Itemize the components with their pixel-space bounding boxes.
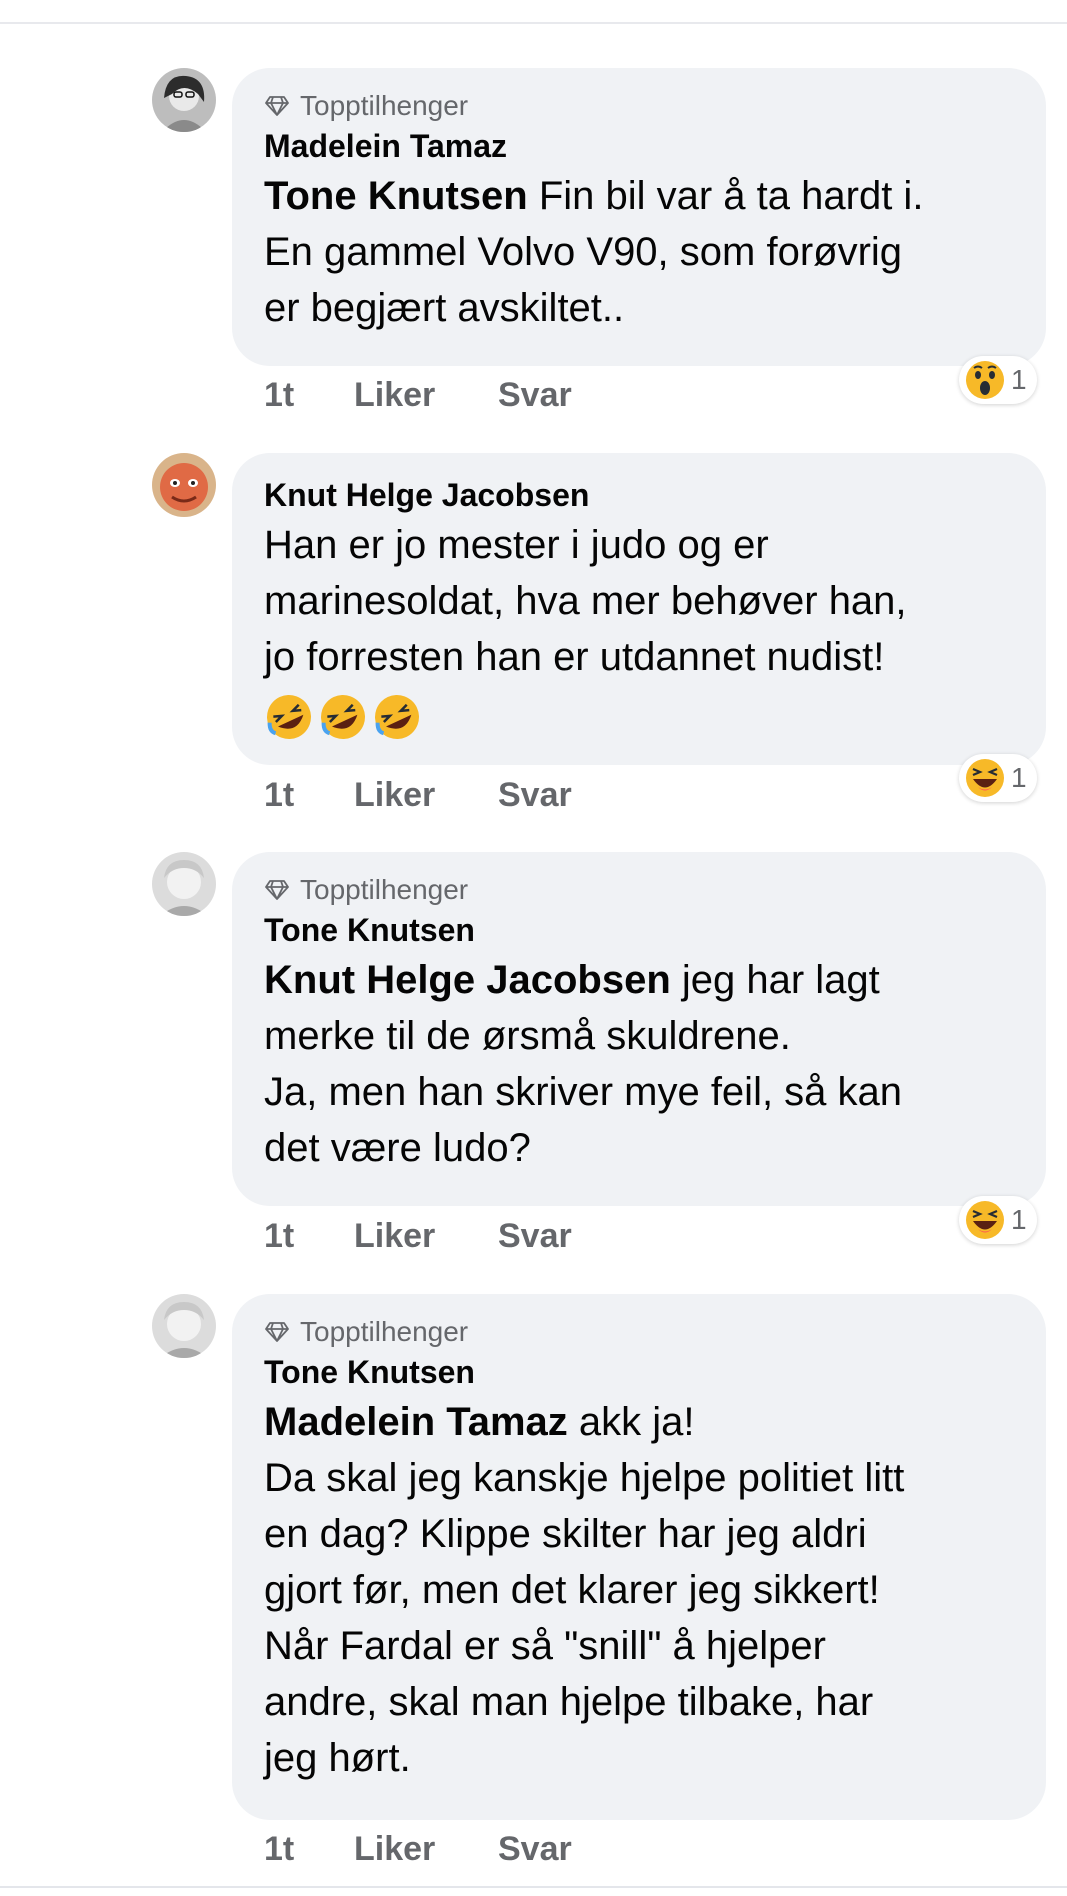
comment-line: Når Fardal er så "snill" å hjelper (264, 1624, 826, 1668)
comment-line: jo forresten han er utdannet nudist! (264, 635, 885, 679)
top-fan-badge: Topptilhenger (264, 88, 1016, 124)
mention-link[interactable]: Knut Helge Jacobsen (264, 958, 671, 1002)
emoji-row (264, 689, 1016, 745)
timestamp[interactable]: 1t (264, 776, 354, 815)
top-fan-badge: Topptilhenger (264, 872, 1016, 908)
avatar[interactable] (152, 453, 216, 517)
avatar[interactable] (152, 68, 216, 132)
badge-label: Topptilhenger (300, 1316, 469, 1347)
avatar-photo-icon (152, 68, 216, 132)
badge-label: Topptilhenger (300, 90, 469, 121)
avatar[interactable] (152, 1294, 216, 1358)
top-fan-badge: Topptilhenger (264, 1314, 1016, 1350)
comment-text: Tone Knutsen Fin bil var å ta hardt i. E… (264, 168, 1016, 336)
comment-line: Madelein Tamaz akk ja! (264, 1400, 695, 1444)
comment-line: gjort før, men det klarer jeg sikkert! (264, 1568, 880, 1612)
like-button[interactable]: Liker (354, 376, 498, 415)
diamond-icon (265, 96, 289, 116)
comment-author[interactable]: Madelein Tamaz (264, 126, 1016, 166)
timestamp[interactable]: 1t (264, 1830, 354, 1869)
reaction-count: 1 (1011, 364, 1027, 395)
comment-line: Tone Knutsen Fin bil var å ta hardt i. (264, 174, 924, 218)
wow-emoji-icon (966, 361, 1004, 399)
comment-bubble: Knut Helge Jacobsen Han er jo mester i j… (232, 453, 1046, 765)
top-divider (0, 22, 1067, 24)
comment-actions: 1t Liker Svar (264, 376, 572, 415)
mention-link[interactable]: Madelein Tamaz (264, 1400, 568, 1444)
diamond-icon (265, 1322, 289, 1342)
comment-text: Han er jo mester i judo og er marinesold… (264, 517, 1016, 745)
timestamp[interactable]: 1t (264, 376, 354, 415)
avatar-photo-icon (152, 1294, 216, 1358)
bottom-divider (0, 1886, 1067, 1888)
comment-line: En gammel Volvo V90, som forøvrig (264, 230, 903, 274)
rolling-laughing-emoji-icon (375, 695, 419, 739)
badge-label: Topptilhenger (300, 874, 469, 905)
comment-bubble: Topptilhenger Tone Knutsen Madelein Tama… (232, 1294, 1046, 1820)
rolling-laughing-emoji-icon (267, 695, 311, 739)
comment-line: Knut Helge Jacobsen jeg har lagt (264, 958, 880, 1002)
avatar-photo-icon (152, 852, 216, 916)
diamond-icon (265, 880, 289, 900)
reply-button[interactable]: Svar (498, 776, 572, 815)
rolling-laughing-emoji-icon (321, 695, 365, 739)
reaction-count: 1 (1011, 762, 1027, 793)
reaction-count: 1 (1011, 1204, 1027, 1235)
comment-line: er begjært avskiltet.. (264, 286, 625, 330)
comment-author[interactable]: Knut Helge Jacobsen (264, 475, 1016, 515)
like-button[interactable]: Liker (354, 1830, 498, 1869)
comment-bubble: Topptilhenger Madelein Tamaz Tone Knutse… (232, 68, 1046, 366)
comment-text: Madelein Tamaz akk ja! Da skal jeg kansk… (264, 1394, 1016, 1786)
reaction-summary[interactable]: 1 (959, 1196, 1037, 1244)
haha-emoji-icon (966, 759, 1004, 797)
comment-text: Knut Helge Jacobsen jeg har lagt merke t… (264, 952, 1016, 1176)
comment-line: Ja, men han skriver mye feil, så kan (264, 1070, 903, 1114)
avatar-photo-icon (152, 453, 216, 517)
comment-actions: 1t Liker Svar (264, 776, 572, 815)
comment-line: jeg hørt. (264, 1736, 411, 1780)
haha-emoji-icon (966, 1201, 1004, 1239)
comment-author[interactable]: Tone Knutsen (264, 910, 1016, 950)
reply-button[interactable]: Svar (498, 1217, 572, 1256)
like-button[interactable]: Liker (354, 776, 498, 815)
comment-line: marinesoldat, hva mer behøver han, (264, 579, 907, 623)
comment-line: andre, skal man hjelpe tilbake, har (264, 1680, 874, 1724)
reaction-summary[interactable]: 1 (959, 356, 1037, 404)
comment-actions: 1t Liker Svar (264, 1830, 572, 1869)
comment-line: en dag? Klippe skilter har jeg aldri (264, 1512, 867, 1556)
comment-line: Da skal jeg kanskje hjelpe politiet litt (264, 1456, 905, 1500)
comment-line: det være ludo? (264, 1126, 531, 1170)
comment-line: Han er jo mester i judo og er (264, 523, 769, 567)
comment-line: merke til de ørsmå skuldrene. (264, 1014, 791, 1058)
like-button[interactable]: Liker (354, 1217, 498, 1256)
avatar[interactable] (152, 852, 216, 916)
timestamp[interactable]: 1t (264, 1217, 354, 1256)
mention-link[interactable]: Tone Knutsen (264, 174, 528, 218)
comment-actions: 1t Liker Svar (264, 1217, 572, 1256)
comment-author[interactable]: Tone Knutsen (264, 1352, 1016, 1392)
comment-bubble: Topptilhenger Tone Knutsen Knut Helge Ja… (232, 852, 1046, 1206)
reaction-summary[interactable]: 1 (959, 754, 1037, 802)
reply-button[interactable]: Svar (498, 1830, 572, 1869)
reply-button[interactable]: Svar (498, 376, 572, 415)
